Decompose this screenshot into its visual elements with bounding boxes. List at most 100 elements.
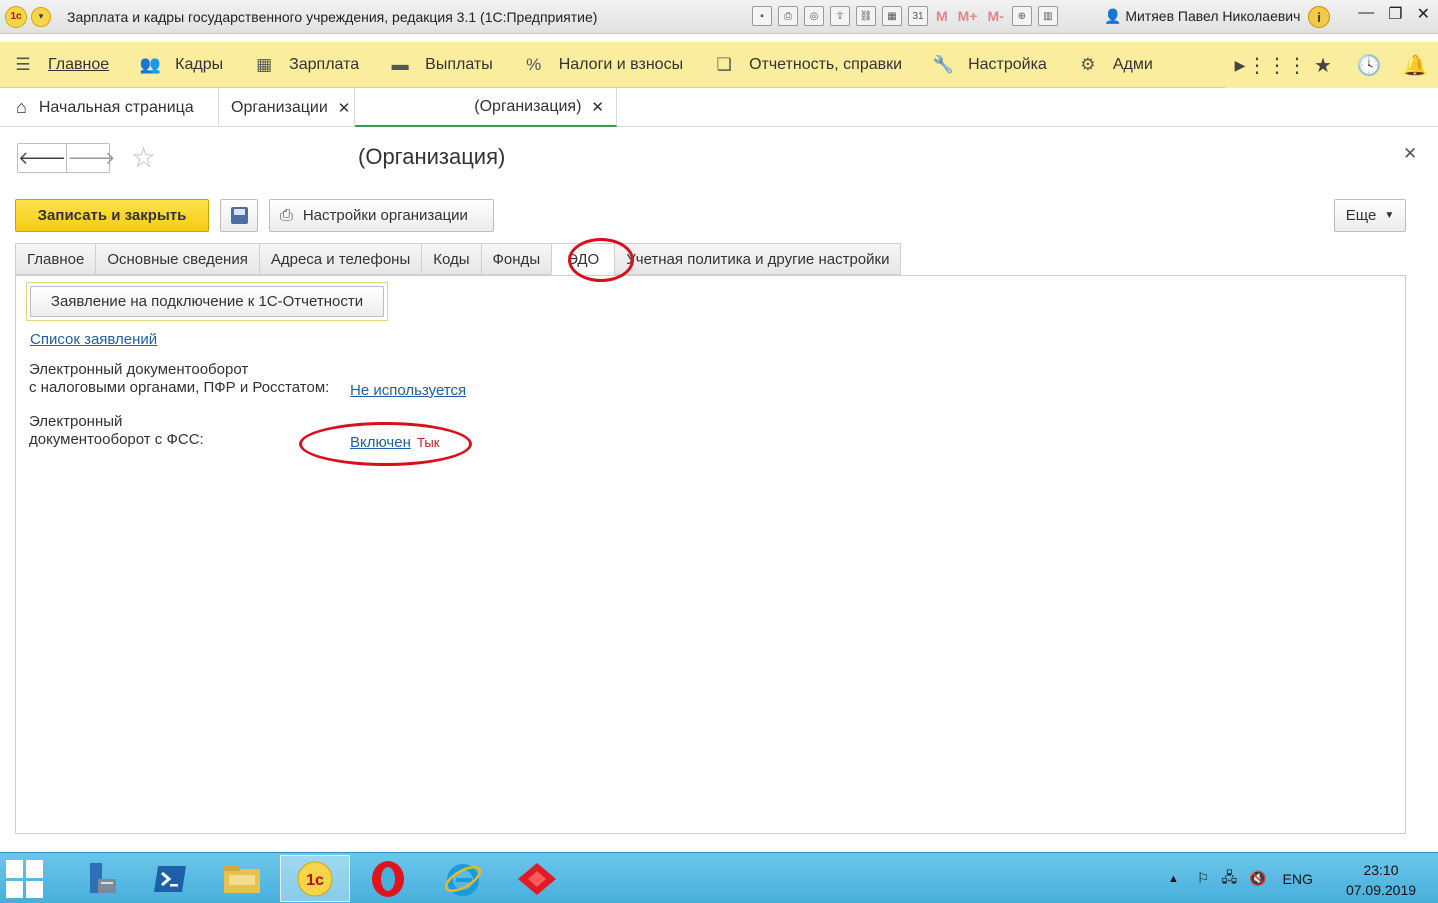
- system-tray: ▲ ⚐ 🖧 🔇 ENG: [1168, 853, 1313, 903]
- tab-main[interactable]: Главное: [15, 243, 96, 275]
- tab-label: Организации: [231, 98, 328, 116]
- section-label: Выплаты: [425, 55, 493, 73]
- section-label: Отчетность, справки: [749, 55, 903, 73]
- section-admin[interactable]: ⚙ Адми: [1065, 42, 1167, 88]
- tab-current-organization[interactable]: (Организация) ✕: [355, 88, 617, 127]
- edo-fss-label: Электронный документооборот с ФСС:: [29, 413, 204, 449]
- label-line: Электронный документооборот: [29, 361, 249, 378]
- save-icon[interactable]: ▪: [752, 6, 772, 26]
- tab-label: Начальная страница: [38, 98, 194, 116]
- user-icon: 👤: [1104, 8, 1122, 24]
- section-taxes[interactable]: % Налоги и взносы: [511, 42, 701, 88]
- link-icon[interactable]: ⛓: [856, 6, 876, 26]
- history-icon[interactable]: 🕓: [1346, 42, 1392, 88]
- all-functions-grid-icon[interactable]: ⋮⋮⋮: [1247, 42, 1307, 88]
- section-settings[interactable]: 🔧 Настройка: [920, 42, 1065, 88]
- section-hr[interactable]: 👥 Кадры: [127, 42, 241, 88]
- edo-tax-label: Электронный документооборот с налоговыми…: [29, 361, 329, 397]
- clock-date: 07.09.2019: [1345, 882, 1417, 898]
- print-icon[interactable]: ⎙: [778, 6, 798, 26]
- organization-settings-button[interactable]: ⎙ Настройки организации: [269, 199, 494, 232]
- remote-desktop-icon[interactable]: [502, 855, 572, 902]
- tab-basic-info[interactable]: Основные сведения: [95, 243, 259, 275]
- window-controls: — ❐ ✕: [1358, 4, 1430, 24]
- edo-tax-status-link[interactable]: Не используется: [350, 382, 466, 399]
- form-tabs: Главное Основные сведения Адреса и телеф…: [15, 243, 902, 275]
- current-user[interactable]: 👤 Митяев Павел Николаевич: [1104, 8, 1300, 25]
- volume-muted-icon[interactable]: 🔇: [1249, 870, 1266, 887]
- tab-label: (Организация): [474, 97, 582, 115]
- section-label: Зарплата: [289, 55, 360, 73]
- show-hidden-icons[interactable]: ▲: [1168, 873, 1179, 885]
- svg-text:1c: 1c: [306, 872, 324, 889]
- add-to-favorites-star-icon[interactable]: ☆: [131, 141, 156, 174]
- calculator-icon: ▦: [256, 54, 273, 74]
- section-label: Главное: [48, 55, 110, 73]
- wrench-icon: 🔧: [932, 54, 954, 74]
- tab-funds[interactable]: Фонды: [480, 243, 552, 275]
- tab-home-page[interactable]: ⌂ Начальная страница: [0, 88, 219, 127]
- sections-right-tools: ▶ ⋮⋮⋮ ★ 🕓 🔔: [1226, 42, 1438, 88]
- floppy-disk-icon: [230, 207, 248, 224]
- tab-addresses-phones[interactable]: Адреса и телефоны: [258, 243, 422, 275]
- section-label: Настройка: [968, 55, 1047, 73]
- title-bar: 1c ▾ Зарплата и кадры государственного у…: [0, 0, 1438, 34]
- section-salary[interactable]: ▦ Зарплата: [241, 42, 377, 88]
- favorites-star-icon[interactable]: ★: [1300, 42, 1346, 88]
- section-main[interactable]: ☰ Главное: [0, 42, 127, 88]
- server-manager-icon[interactable]: [66, 855, 136, 902]
- action-center-flag-icon[interactable]: ⚐: [1197, 870, 1210, 887]
- close-tab-icon[interactable]: ✕: [591, 98, 604, 116]
- powershell-icon[interactable]: [135, 855, 205, 902]
- statement-button-focus-frame: Заявление на подключение к 1С-Отчетности: [26, 282, 388, 321]
- edo-tab-highlight: [568, 238, 634, 282]
- back-arrow-icon[interactable]: 🡐: [18, 144, 66, 172]
- panels-icon[interactable]: ▥: [1037, 6, 1058, 26]
- button-label: Настройки организации: [302, 207, 468, 224]
- windows-start-icon[interactable]: [6, 860, 44, 898]
- info-icon[interactable]: i: [1308, 6, 1330, 28]
- menu-icon: ☰: [15, 54, 31, 74]
- tab-accounting-policy[interactable]: Учетная политика и другие настройки: [614, 243, 902, 275]
- main-menu-dropdown-icon[interactable]: ▾: [31, 6, 51, 27]
- minimize-icon[interactable]: —: [1358, 4, 1374, 24]
- sections-panel: ☰ Главное 👥 Кадры ▦ Зарплата ▬ Выплаты %…: [0, 42, 1438, 88]
- taskbar: 1c ▲ ⚐ 🖧 🔇 ENG 23:10 07.09.2019: [0, 852, 1438, 903]
- onec-app-icon[interactable]: 1c: [280, 855, 350, 902]
- more-menu-button[interactable]: Еще ▼: [1334, 199, 1406, 232]
- wallet-icon: ▬: [391, 54, 409, 74]
- tab-codes[interactable]: Коды: [421, 243, 481, 275]
- preview-icon[interactable]: ◎: [804, 6, 824, 26]
- close-form-icon[interactable]: ✕: [1403, 144, 1417, 164]
- window-title: Зарплата и кадры государственного учрежд…: [67, 8, 598, 25]
- calendar-icon[interactable]: 31: [908, 6, 928, 26]
- calculator-icon[interactable]: ▦: [882, 6, 902, 26]
- forward-arrow-icon[interactable]: 🡒: [66, 144, 116, 172]
- internet-explorer-icon[interactable]: [428, 855, 498, 902]
- memory-minus-button[interactable]: M-: [988, 8, 1004, 24]
- save-button[interactable]: [220, 199, 258, 232]
- network-icon[interactable]: 🖧: [1221, 867, 1237, 891]
- section-label: Адми: [1112, 55, 1153, 73]
- file-explorer-icon[interactable]: [207, 855, 277, 902]
- save-and-close-button[interactable]: Записать и закрыть: [15, 199, 209, 232]
- upload-icon[interactable]: ⇪: [830, 6, 850, 26]
- button-label: Еще: [1345, 207, 1377, 224]
- close-window-icon[interactable]: ✕: [1417, 4, 1430, 24]
- close-tab-icon[interactable]: ✕: [338, 99, 351, 117]
- zoom-icon[interactable]: ⊕: [1011, 6, 1032, 26]
- section-reports[interactable]: ❏ Отчетность, справки: [701, 42, 920, 88]
- home-icon: ⌂: [16, 97, 27, 117]
- memory-m-button[interactable]: M: [936, 8, 948, 24]
- opera-browser-icon[interactable]: [353, 855, 423, 902]
- section-payments[interactable]: ▬ Выплаты: [377, 42, 511, 88]
- app-logo-icon[interactable]: 1c: [5, 5, 27, 28]
- input-language[interactable]: ENG: [1283, 871, 1313, 887]
- clock[interactable]: 23:10 07.09.2019: [1338, 860, 1424, 900]
- connect-1c-reporting-button[interactable]: Заявление на подключение к 1С-Отчетности: [30, 286, 384, 317]
- memory-plus-button[interactable]: M+: [958, 8, 978, 24]
- notifications-bell-icon[interactable]: 🔔: [1392, 42, 1438, 88]
- restore-icon[interactable]: ❐: [1388, 4, 1402, 24]
- statement-list-link[interactable]: Список заявлений: [30, 331, 157, 348]
- tab-organizations[interactable]: Организации ✕: [219, 88, 355, 127]
